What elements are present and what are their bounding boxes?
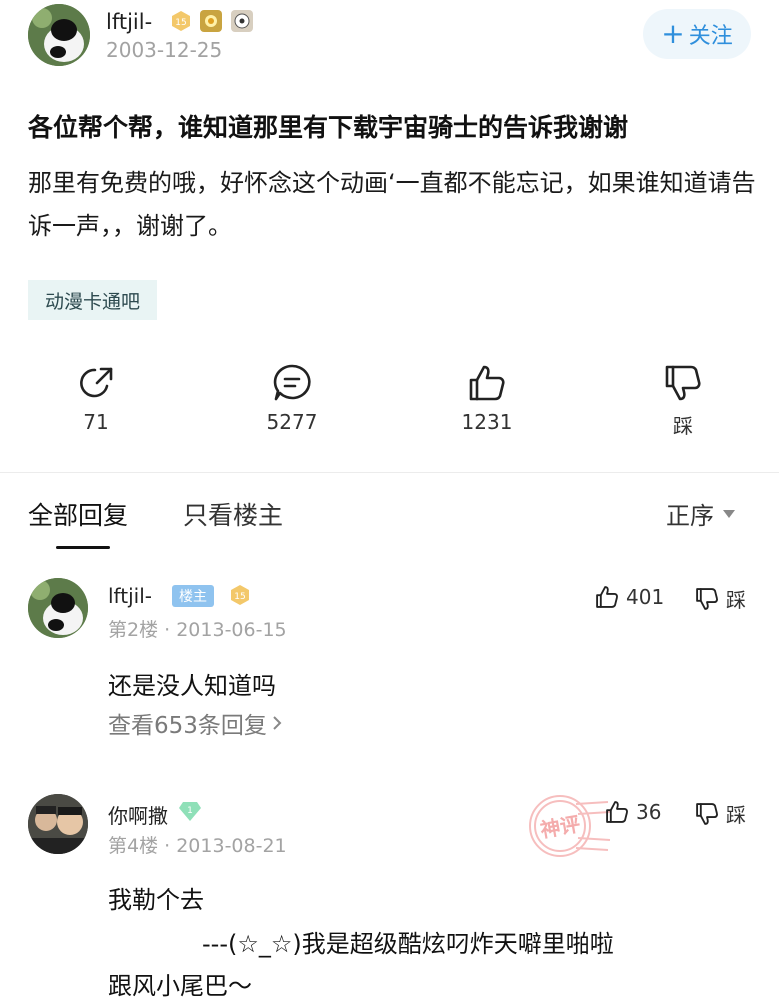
svg-text:15: 15: [234, 592, 245, 602]
comment-icon: [273, 364, 311, 401]
view-replies-label: 查看653条回复: [108, 713, 267, 739]
post-date: 2003-12-25: [106, 38, 223, 62]
sort-label: 正序: [666, 502, 714, 530]
hot-comment-stamp: 神评: [516, 790, 612, 866]
reply-floor-info: 第2楼 · 2013-06-15: [108, 619, 287, 641]
plus-icon: +: [661, 17, 685, 50]
reply-dislike-button[interactable]: 踩: [694, 584, 746, 613]
svg-text:15: 15: [175, 18, 186, 28]
thumbs-down-icon: [696, 587, 718, 610]
level-badge-icon: 15: [229, 584, 251, 610]
author-name[interactable]: lftjil-: [106, 10, 152, 34]
section-divider: [0, 472, 779, 473]
follow-button[interactable]: + 关注: [643, 9, 751, 59]
host-badge: 楼主: [172, 585, 214, 607]
author-avatar[interactable]: [28, 4, 90, 66]
post-body: 那里有免费的哦，好怀念这个动画‘一直都不能忘记，如果谁知道请告诉一声，，谢谢了。: [28, 169, 756, 240]
caret-down-icon: [723, 509, 735, 518]
share-count: 71: [83, 410, 109, 434]
post-title: 各位帮个帮，谁知道那里有下载宇宙骑士的告诉我谢谢: [28, 113, 629, 142]
comment-count: 5277: [266, 410, 318, 434]
reply-text-line: 我勒个去: [108, 886, 204, 914]
reply-like-count: 401: [626, 585, 665, 609]
reply-like-button[interactable]: 401: [594, 584, 664, 610]
sun-badge-icon: [199, 9, 223, 37]
like-count: 1231: [461, 410, 513, 434]
share-icon: [80, 367, 113, 398]
thumbs-up-icon: [606, 801, 628, 823]
tab-host-only[interactable]: 只看楼主: [183, 496, 283, 532]
chevron-right-icon: [273, 716, 282, 730]
forum-tag[interactable]: 动漫卡通吧: [28, 280, 158, 320]
view-replies-link[interactable]: 查看653条回复: [108, 706, 283, 740]
svg-text:1: 1: [187, 806, 193, 816]
ball-badge-icon: [230, 9, 254, 37]
reply-text-line: 跟风小尾巴～: [108, 972, 252, 1000]
share-action[interactable]: 71: [46, 362, 146, 434]
floor-number: 第2楼: [108, 619, 159, 641]
floor-number: 第4楼: [108, 835, 159, 857]
tab-all-replies[interactable]: 全部回复: [28, 496, 128, 532]
svg-text:神评: 神评: [538, 812, 582, 843]
reply-text: 还是没人知道吗: [108, 672, 276, 700]
reply-dislike-button[interactable]: 踩: [694, 799, 746, 828]
reply-avatar[interactable]: [28, 794, 88, 854]
dislike-action[interactable]: 踩: [633, 362, 733, 439]
comment-action[interactable]: 5277: [242, 362, 342, 434]
thumbs-down-icon: [696, 802, 718, 825]
active-tab-indicator: [56, 546, 110, 549]
dislike-label: 踩: [673, 414, 693, 438]
follow-label: 关注: [688, 24, 733, 49]
reply-like-button[interactable]: 36: [604, 799, 661, 825]
reply-date: 2013-06-15: [176, 619, 287, 641]
thumbs-down-icon: [665, 365, 701, 401]
reply-avatar[interactable]: [28, 578, 88, 638]
thumbs-up-icon: [469, 365, 505, 401]
sort-dropdown[interactable]: 正序: [666, 496, 736, 531]
reply-author[interactable]: lftjil-: [108, 584, 152, 608]
reply-dislike-label: 踩: [726, 803, 746, 827]
reply-dislike-label: 踩: [726, 588, 746, 612]
thumbs-up-icon: [596, 586, 618, 608]
reply-author[interactable]: 你啊撒: [108, 800, 168, 829]
reply-date: 2013-08-21: [176, 835, 287, 857]
like-action[interactable]: 1231: [437, 362, 537, 434]
reply-like-count: 36: [636, 800, 662, 824]
reply-text-line: ---(☆_☆)我是超级酷炫叼炸天噼里啪啦: [202, 930, 614, 958]
reply-floor-info: 第4楼 · 2013-08-21: [108, 835, 287, 857]
gem-badge-icon: 1: [178, 800, 202, 826]
level-badge-icon: 15: [170, 10, 192, 36]
